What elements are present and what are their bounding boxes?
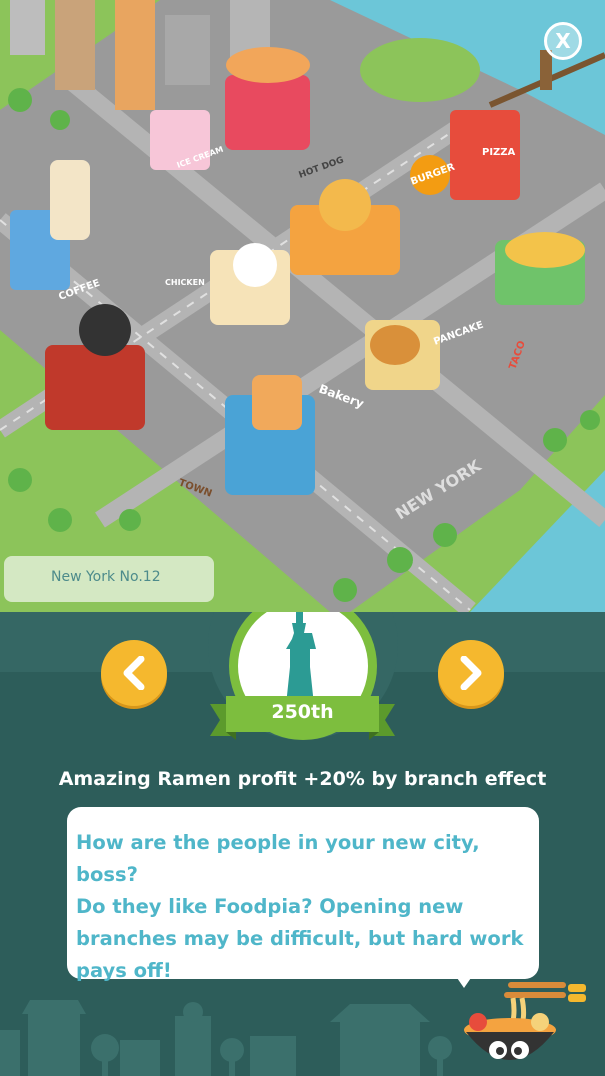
dialog-bubble: How are the people in your new city, bos…: [67, 807, 539, 982]
rank-ribbon: 250th: [210, 692, 395, 744]
coffee-sign: COFFEE: [57, 278, 101, 303]
pancake-sign: PANCAKE: [432, 320, 485, 348]
city-name-text: New York No.12: [51, 569, 161, 585]
close-button[interactable]: X: [544, 22, 582, 60]
ice-cream-sign: ICE CREAM: [176, 145, 225, 170]
map-signs: ICE CREAM HOT DOG BURGER PIZZA COFFEE CH…: [57, 145, 528, 524]
bakery-sign: Bakery: [317, 382, 366, 411]
city-name-label: New York No.12: [4, 556, 214, 602]
ramen-bowl-mascot-icon: [464, 982, 586, 1060]
branch-effect-text: Amazing Ramen profit +20% by branch effe…: [58, 768, 547, 790]
branch-panel: 250th Amazing Ramen profit +20% by branc…: [0, 612, 605, 1076]
dialog-line: branches may be difficult, but hard work: [76, 927, 524, 950]
hot-dog-sign: HOT DOG: [298, 155, 346, 180]
dialog-line: How are the people in your new city, bos…: [76, 831, 480, 886]
dialog-line: Do they like Foodpia? Opening new: [76, 895, 464, 918]
next-city-button[interactable]: [438, 640, 504, 706]
new-york-road-label: NEW YORK: [392, 456, 485, 524]
chevron-left-icon: [123, 656, 145, 690]
rank-label: 250th: [271, 701, 334, 723]
city-map[interactable]: ICE CREAM HOT DOG BURGER PIZZA COFFEE CH…: [0, 0, 605, 612]
burger-sign: BURGER: [409, 162, 456, 188]
chicken-sign: CHICKEN: [165, 278, 205, 287]
town-sign: TOWN: [177, 477, 213, 499]
pizza-sign: PIZZA: [482, 147, 516, 158]
chevron-right-icon: [460, 656, 482, 690]
taco-sign: TACO: [507, 339, 527, 371]
previous-city-button[interactable]: [101, 640, 167, 706]
